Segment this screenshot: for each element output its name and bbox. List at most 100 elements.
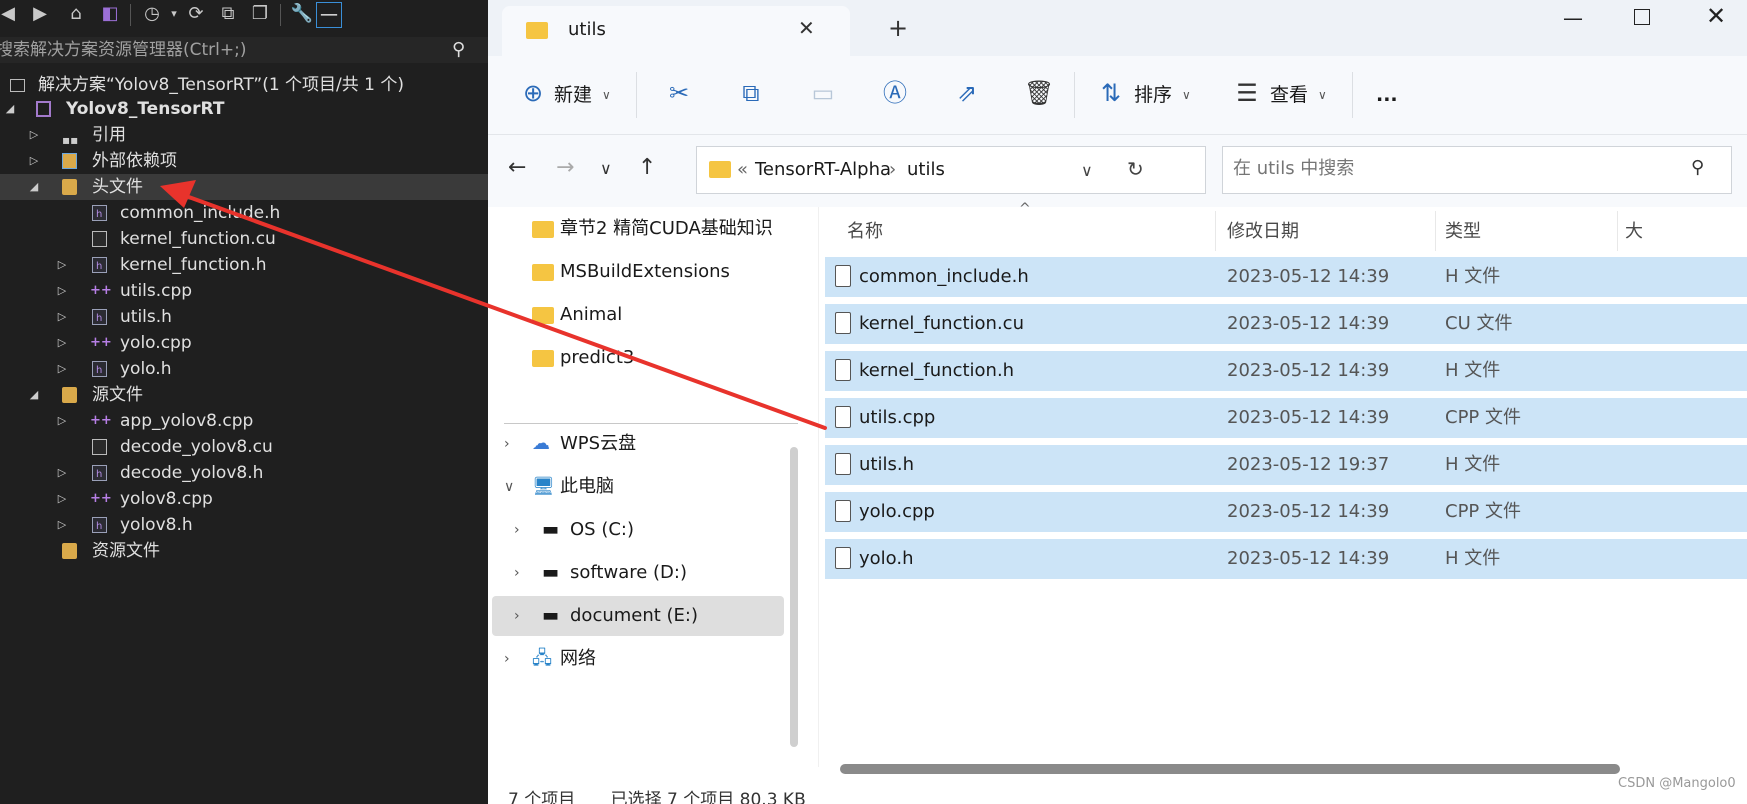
tree-file-item[interactable]: ▷ ++ yolov8.cpp — [0, 486, 488, 512]
collapsed-arrow-icon[interactable]: ▷ — [28, 122, 40, 148]
view-icon[interactable]: ☰ — [1232, 76, 1262, 110]
breadcrumb-chevron-icon[interactable]: › — [889, 159, 896, 180]
collapsed-arrow-icon[interactable]: ▷ — [56, 330, 68, 356]
file-row[interactable]: yolo.h 2023-05-12 14:39 H 文件 — [825, 539, 1747, 579]
collapsed-arrow-icon[interactable]: ▷ — [56, 512, 68, 538]
preview-selected-icon[interactable]: — — [316, 2, 342, 28]
collapsed-arrow-icon[interactable]: ▷ — [56, 408, 68, 434]
sort-icon[interactable]: ⇅ — [1096, 76, 1126, 110]
back-icon[interactable]: ◀ — [0, 2, 20, 26]
sort-button[interactable]: 排序 — [1134, 80, 1172, 110]
search-icon[interactable]: ⚲ — [1691, 157, 1704, 178]
minimize-icon[interactable]: — — [1563, 6, 1583, 30]
breadcrumb-overflow[interactable]: « — [737, 159, 748, 180]
tree-solution-node[interactable]: 解决方案“Yolov8_TensorRT”(1 个项目/共 1 个) — [0, 72, 488, 98]
chevron-down-icon[interactable]: ∨ — [1318, 80, 1327, 110]
properties-wrench-icon[interactable]: 🔧 — [290, 2, 314, 26]
paste-icon[interactable]: ▭ — [808, 76, 838, 110]
file-row[interactable]: common_include.h 2023-05-12 14:39 H 文件 — [825, 257, 1747, 297]
refresh-icon[interactable]: ↻ — [1127, 157, 1144, 181]
tree-external-deps-node[interactable]: ▷ 外部依赖项 — [0, 148, 488, 174]
tree-file-item[interactable]: ▷ utils.h — [0, 304, 488, 332]
tree-file-item[interactable]: ▷ ++ utils.cpp — [0, 278, 488, 304]
column-header-name[interactable]: 名称 — [847, 217, 883, 243]
tree-header-files-node[interactable]: ◢ 头文件 — [0, 174, 488, 200]
new-tab-icon[interactable]: + — [888, 14, 908, 42]
solution-search-bar[interactable]: 搜索解决方案资源管理器(Ctrl+;) ⚲ — [0, 37, 488, 63]
file-row[interactable]: utils.cpp 2023-05-12 14:39 CPP 文件 — [825, 398, 1747, 438]
tree-file-item[interactable]: kernel_function.cu — [0, 226, 488, 252]
tab-utils[interactable]: utils ✕ — [502, 6, 850, 56]
tree-resource-files-node[interactable]: 资源文件 — [0, 538, 488, 564]
explorer-search-input[interactable] — [1231, 157, 1675, 180]
view-button[interactable]: 查看 — [1270, 80, 1308, 110]
nav-item-network[interactable]: › 🖧 网络 — [504, 639, 784, 679]
show-all-files-icon[interactable]: ❐ — [248, 2, 272, 26]
collapsed-arrow-icon[interactable]: ▷ — [56, 304, 68, 330]
expanded-arrow-icon[interactable]: ◢ — [28, 382, 40, 408]
nav-item-this-pc[interactable]: ∨ 🖥 此电脑 — [504, 467, 784, 507]
back-arrow-icon[interactable]: ← — [508, 155, 526, 180]
breadcrumb-current[interactable]: utils — [907, 159, 945, 180]
column-header-date[interactable]: 修改日期 — [1227, 217, 1299, 243]
collapsed-arrow-icon[interactable]: ▷ — [56, 486, 68, 512]
tree-file-item[interactable]: common_include.h — [0, 200, 488, 228]
column-header-size[interactable]: 大 — [1625, 217, 1643, 243]
expanded-arrow-icon[interactable]: ◢ — [28, 174, 40, 200]
vs-switch-views-icon[interactable]: ◧ — [98, 2, 122, 26]
nav-item-drive-e[interactable]: › ▬ document (E:) — [492, 596, 784, 636]
file-row[interactable]: kernel_function.cu 2023-05-12 14:39 CU 文… — [825, 304, 1747, 344]
nav-item-drive-d[interactable]: › ▬ software (D:) — [514, 553, 784, 593]
address-dropdown-icon[interactable]: ∨ — [1081, 161, 1093, 180]
chevron-right-icon[interactable]: › — [504, 639, 510, 679]
collapsed-arrow-icon[interactable]: ▷ — [56, 278, 68, 304]
new-plus-icon[interactable]: ⊕ — [518, 76, 548, 110]
tree-file-item[interactable]: ▷ ++ app_yolov8.cpp — [0, 408, 488, 434]
copy-icon[interactable]: ⧉ — [736, 76, 766, 110]
collapsed-arrow-icon[interactable]: ▷ — [56, 252, 68, 278]
address-bar[interactable]: « TensorRT-Alpha › utils ∨ ↻ — [696, 146, 1206, 194]
nav-scrollbar[interactable] — [790, 447, 798, 747]
collapsed-arrow-icon[interactable]: ▷ — [56, 460, 68, 486]
history-icon[interactable]: ◷ — [140, 2, 164, 26]
column-header-type[interactable]: 类型 — [1445, 217, 1481, 243]
search-icon[interactable]: ⚲ — [452, 37, 465, 63]
tree-file-item[interactable]: ▷ ++ yolo.cpp — [0, 330, 488, 356]
expanded-arrow-icon[interactable]: ◢ — [4, 96, 16, 122]
sync-icon[interactable]: ⟳ — [184, 2, 208, 26]
tree-file-item[interactable]: ▷ decode_yolov8.h — [0, 460, 488, 488]
recent-chevron-icon[interactable]: ∨ — [600, 159, 612, 178]
nav-item-drive-c[interactable]: › ▬ OS (C:) — [514, 510, 784, 550]
delete-trash-icon[interactable]: 🗑 — [1024, 76, 1054, 110]
nav-item-wps-cloud[interactable]: › ☁ WPS云盘 — [504, 424, 784, 464]
rename-icon[interactable]: Ⓐ — [880, 76, 910, 110]
file-row[interactable]: kernel_function.h 2023-05-12 14:39 H 文件 — [825, 351, 1747, 391]
forward-icon[interactable]: ▶ — [28, 2, 52, 26]
share-icon[interactable]: ⇗ — [952, 76, 982, 110]
collapsed-arrow-icon[interactable]: ▷ — [28, 148, 40, 174]
chevron-right-icon[interactable]: › — [504, 424, 510, 464]
tree-references-node[interactable]: ▷ ▪▪ 引用 — [0, 122, 488, 148]
new-button[interactable]: 新建 — [554, 80, 592, 110]
tree-project-node[interactable]: ◢ Yolov8_TensorRT — [0, 96, 488, 122]
explorer-search-box[interactable]: ⚲ — [1222, 146, 1732, 194]
tree-source-files-node[interactable]: ◢ 源文件 — [0, 382, 488, 408]
horizontal-scrollbar[interactable] — [840, 764, 1620, 774]
tree-file-item[interactable]: ▷ yolov8.h — [0, 512, 488, 540]
collapsed-arrow-icon[interactable]: ▷ — [56, 356, 68, 382]
chevron-down-icon[interactable]: ∨ — [1182, 80, 1191, 110]
maximize-icon[interactable] — [1634, 9, 1650, 25]
collapse-all-icon[interactable]: ⧉ — [216, 2, 240, 26]
chevron-right-icon[interactable]: › — [514, 510, 520, 550]
chevron-right-icon[interactable]: › — [514, 596, 520, 636]
chevron-right-icon[interactable]: › — [514, 553, 520, 593]
forward-arrow-icon[interactable]: → — [556, 155, 574, 180]
chevron-down-icon[interactable]: ∨ — [602, 80, 611, 110]
home-icon[interactable]: ⌂ — [64, 2, 88, 26]
tree-file-item[interactable]: ▷ yolo.h — [0, 356, 488, 384]
tree-file-item[interactable]: ▷ kernel_function.h — [0, 252, 488, 280]
close-tab-icon[interactable]: ✕ — [798, 16, 815, 40]
close-window-icon[interactable]: ✕ — [1706, 2, 1726, 30]
tree-file-item[interactable]: decode_yolov8.cu — [0, 434, 488, 460]
file-row[interactable]: yolo.cpp 2023-05-12 14:39 CPP 文件 — [825, 492, 1747, 532]
